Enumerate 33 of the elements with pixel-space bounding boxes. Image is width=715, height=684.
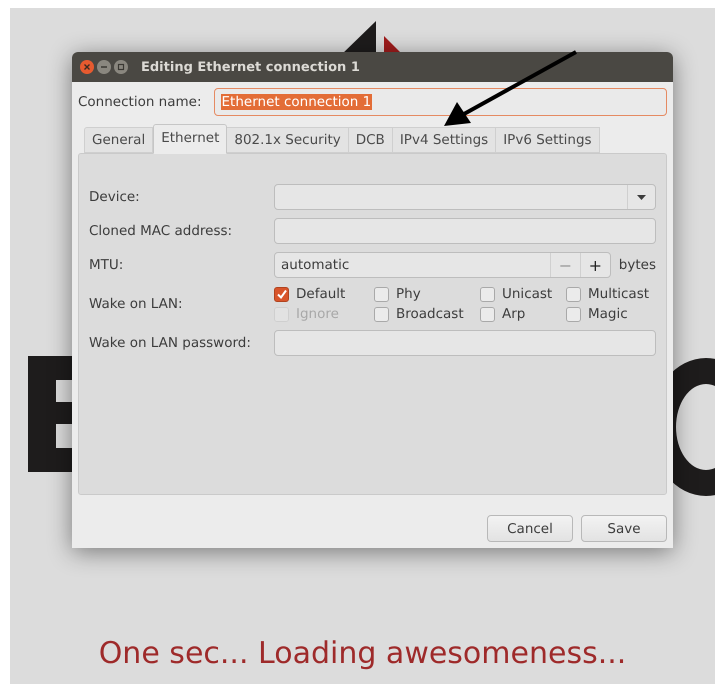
checkbox[interactable]: Unicast xyxy=(480,286,566,302)
tab[interactable]: 802.1x Security xyxy=(227,127,349,153)
checkmark-icon xyxy=(276,288,288,300)
checkbox[interactable]: Magic xyxy=(566,306,656,322)
checkbox[interactable]: Phy xyxy=(374,286,480,302)
mtu-spin-field[interactable]: automatic − + xyxy=(274,252,611,278)
unit-label: bytes xyxy=(618,257,656,273)
connection-name-label: Connection name: xyxy=(78,94,202,110)
tab[interactable]: Ethernet xyxy=(153,124,228,154)
field-label: Wake on LAN: xyxy=(89,296,184,312)
window-title: Editing Ethernet connection 1 xyxy=(141,60,360,74)
minimize-icon[interactable] xyxy=(97,60,111,74)
field-label: Device: xyxy=(89,189,141,205)
checkbox[interactable]: Multicast xyxy=(566,286,656,302)
dialog-button[interactable]: Save xyxy=(581,515,667,542)
loading-message: One sec... Loading awesomeness... xyxy=(98,636,628,671)
maximize-icon[interactable] xyxy=(114,60,128,74)
tab[interactable]: General xyxy=(84,127,154,153)
checkbox[interactable]: Broadcast xyxy=(374,306,480,322)
caret-icon xyxy=(637,194,646,200)
field-label: MTU: xyxy=(89,257,124,273)
tab[interactable]: DCB xyxy=(348,127,393,153)
increment-button[interactable]: + xyxy=(580,253,610,277)
close-icon[interactable] xyxy=(80,60,94,74)
input-field[interactable] xyxy=(274,330,656,356)
checkbox[interactable]: Default xyxy=(274,286,374,302)
tab[interactable]: IPv6 Settings xyxy=(496,127,600,153)
field-label: Wake on LAN password: xyxy=(89,335,252,351)
input-field[interactable] xyxy=(274,218,656,244)
dialog-button[interactable]: Cancel xyxy=(487,515,573,542)
tab[interactable]: IPv4 Settings xyxy=(392,127,496,153)
checkbox[interactable]: Arp xyxy=(480,306,566,322)
field-label: Cloned MAC address: xyxy=(89,223,234,239)
